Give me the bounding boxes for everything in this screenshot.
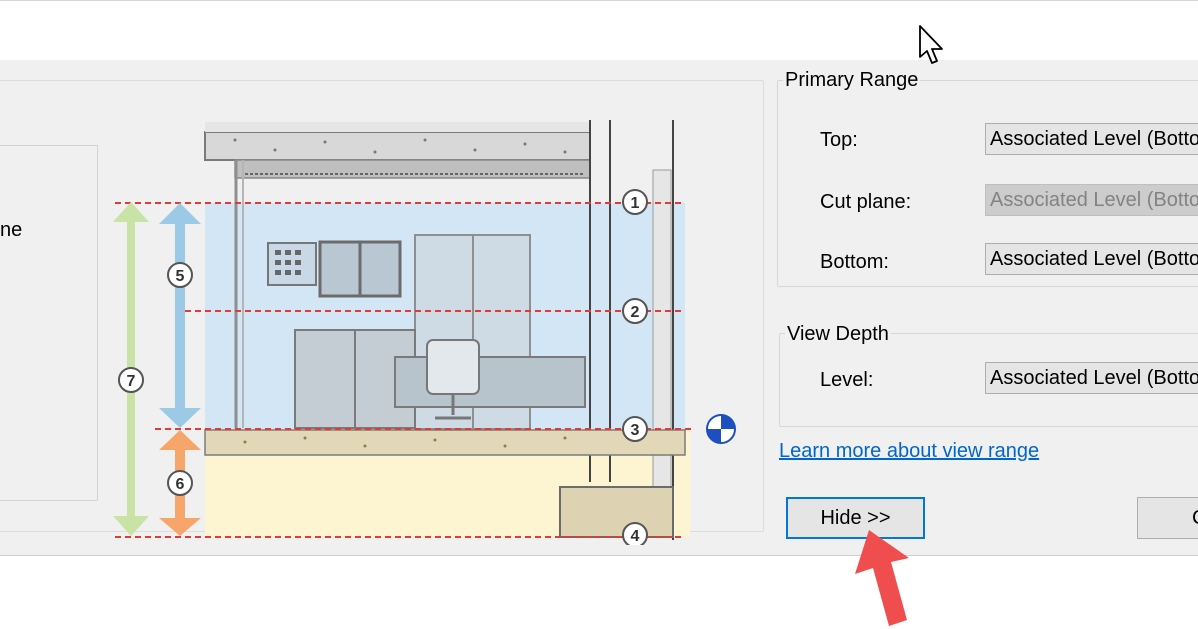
cut-plane-label: Cut plane: xyxy=(820,191,912,213)
marker-2-label: 2 xyxy=(631,304,640,321)
ok-button[interactable]: C xyxy=(1137,497,1198,539)
top-label: Top: xyxy=(820,129,858,151)
bottom-dropdown[interactable]: Associated Level (Bottom) xyxy=(985,243,1198,275)
marker-6-label: 6 xyxy=(176,476,185,493)
bottom-label: Bottom: xyxy=(820,251,889,273)
title-strip xyxy=(0,0,1198,61)
level-datum-icon xyxy=(706,414,736,444)
marker-5-label: 5 xyxy=(176,268,185,285)
left-options-box xyxy=(0,145,98,501)
marker-1-label: 1 xyxy=(631,195,640,212)
level-label: Level: xyxy=(820,369,874,391)
marker-7-label: 7 xyxy=(127,373,136,390)
top-dropdown[interactable]: Associated Level (Bottom) xyxy=(985,123,1198,155)
primary-range-title: Primary Range xyxy=(783,69,921,92)
view-depth-title: View Depth xyxy=(785,323,891,346)
view-range-diagram: 1 2 3 4 5 6 7 xyxy=(113,120,736,545)
red-arrow-icon xyxy=(855,530,909,626)
mouse-pointer-icon xyxy=(919,25,943,64)
level-dropdown[interactable]: Associated Level (Bottom) xyxy=(985,362,1198,394)
marker-3-label: 3 xyxy=(631,422,640,439)
learn-more-link[interactable]: Learn more about view range xyxy=(779,440,1039,463)
left-partial-label: ne xyxy=(0,219,23,241)
marker-4-label: 4 xyxy=(631,528,640,545)
cut-plane-dropdown[interactable]: Associated Level (Bottom) xyxy=(985,184,1198,216)
